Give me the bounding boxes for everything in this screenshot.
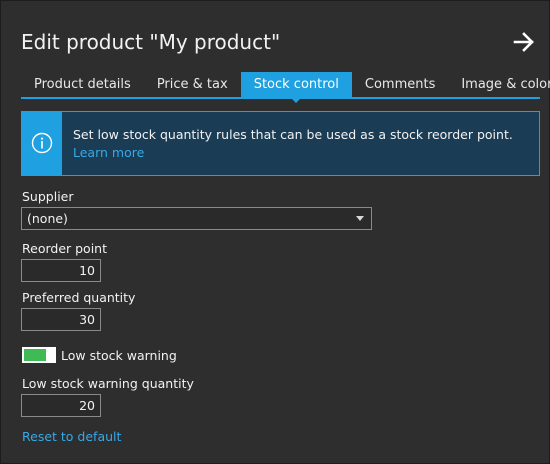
tab-image-color[interactable]: Image & color [448, 72, 550, 97]
reset-to-default-link[interactable]: Reset to default [22, 429, 121, 444]
preferred-quantity-input[interactable]: 30 [21, 308, 101, 331]
arrow-right-icon[interactable] [513, 31, 535, 53]
reorder-point-label: Reorder point [22, 241, 107, 256]
low-stock-warning-toggle[interactable] [22, 347, 56, 363]
info-banner-text: Set low stock quantity rules that can be… [73, 127, 513, 142]
learn-more-link[interactable]: Learn more [73, 145, 144, 160]
tab-product-details[interactable]: Product details [21, 72, 144, 97]
info-banner-side [22, 112, 62, 175]
reorder-point-value: 10 [79, 263, 95, 278]
toggle-knob [47, 347, 56, 363]
edit-product-panel: Edit product "My product" Product detail… [0, 0, 550, 464]
low-stock-warning-quantity-label: Low stock warning quantity [22, 376, 194, 391]
chevron-down-icon [356, 216, 364, 221]
preferred-quantity-label: Preferred quantity [22, 290, 136, 305]
info-icon [31, 132, 53, 154]
tab-price-tax[interactable]: Price & tax [144, 72, 241, 97]
supplier-label: Supplier [22, 189, 74, 204]
low-stock-warning-quantity-input[interactable]: 20 [21, 394, 101, 417]
reorder-point-input[interactable]: 10 [21, 259, 101, 282]
low-stock-warning-quantity-value: 20 [79, 398, 95, 413]
page-title: Edit product "My product" [21, 30, 281, 54]
tab-bar: Product details Price & tax Stock contro… [21, 72, 550, 103]
info-banner: Set low stock quantity rules that can be… [21, 111, 540, 176]
tab-comments[interactable]: Comments [352, 72, 448, 97]
toggle-on-fill [24, 349, 46, 361]
supplier-select[interactable]: (none) [21, 207, 372, 230]
supplier-select-value: (none) [27, 211, 68, 226]
low-stock-warning-label: Low stock warning [61, 348, 177, 363]
tab-stock-control[interactable]: Stock control [240, 72, 352, 103]
preferred-quantity-value: 30 [79, 312, 95, 327]
